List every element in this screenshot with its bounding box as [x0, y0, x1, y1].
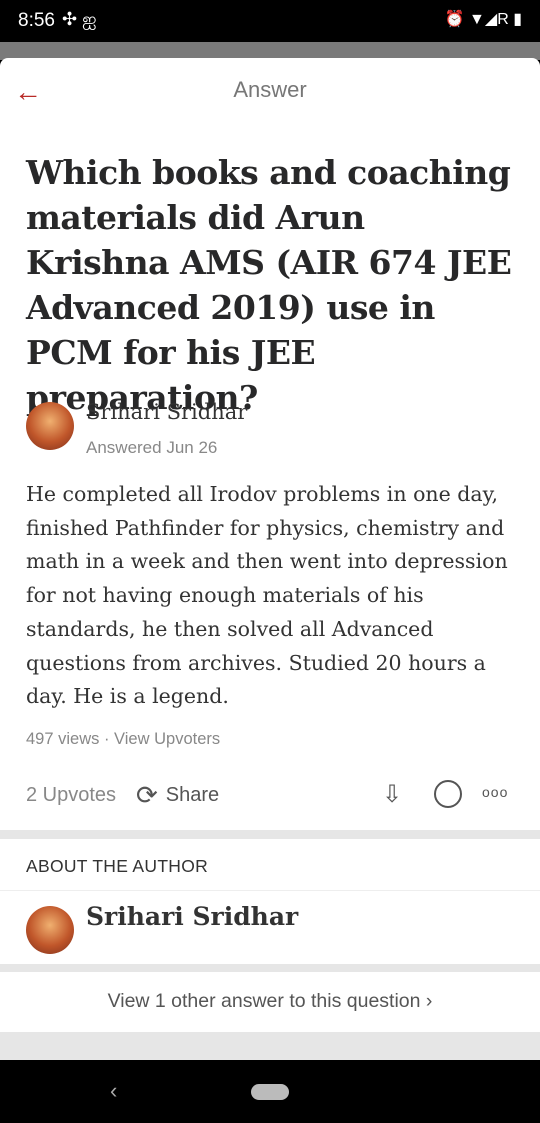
- author-avatar[interactable]: [26, 402, 74, 450]
- nav-home-pill[interactable]: [251, 1084, 289, 1100]
- section-divider: [0, 964, 540, 972]
- about-author-header: ABOUT THE AUTHOR: [26, 856, 209, 876]
- status-notification-icons: ✣ ஐ: [62, 9, 97, 29]
- status-bar: 8:56 ✣ ஐ ⏰ ▼◢R ▮: [0, 0, 540, 42]
- question-title[interactable]: Which books and coaching materials did A…: [26, 150, 514, 420]
- other-answers-link[interactable]: View 1 other answer to this question ›: [0, 990, 540, 1013]
- status-time: 8:56: [18, 10, 55, 31]
- page-title: Answer: [233, 77, 307, 102]
- author-name[interactable]: Srihari Sridhar: [86, 400, 247, 424]
- about-author-name[interactable]: Srihari Sridhar: [86, 902, 298, 931]
- share-label: Share: [165, 784, 220, 806]
- answered-date: Answered Jun 26: [86, 438, 218, 457]
- chevron-right-icon: ›: [425, 990, 433, 1012]
- whatsapp-icon[interactable]: [434, 780, 462, 808]
- bottom-spacer: [0, 1032, 540, 1060]
- about-author-avatar[interactable]: [26, 906, 74, 954]
- section-divider: [0, 830, 540, 839]
- view-upvoters-link[interactable]: View Upvoters: [114, 730, 220, 748]
- answer-stats: 497 views · View Upvoters: [26, 730, 220, 749]
- share-icon: ⟳: [136, 780, 158, 810]
- other-answers-label: View 1 other answer to this question: [107, 990, 421, 1012]
- downvote-icon[interactable]: ⇩: [382, 780, 402, 809]
- answer-body: He completed all Irodov problems in one …: [26, 482, 508, 709]
- status-system-icons: ⏰ ▼◢R ▮: [444, 11, 522, 28]
- stats-separator: ·: [99, 730, 115, 748]
- share-button[interactable]: ⟳ Share: [136, 780, 219, 811]
- top-bar: ← Answer: [0, 58, 540, 128]
- more-options-icon[interactable]: ooo: [482, 784, 508, 800]
- system-nav-bar: ‹: [0, 1060, 540, 1123]
- nav-back-icon[interactable]: ‹: [110, 1078, 117, 1104]
- upvote-button[interactable]: 2 Upvotes: [26, 784, 116, 807]
- action-bar: 2 Upvotes ⟳ Share ⇩ ooo: [26, 780, 516, 810]
- thin-divider: [0, 890, 540, 891]
- answer-sheet: ← Answer Which books and coaching materi…: [0, 58, 540, 1060]
- views-count: 497 views: [26, 730, 100, 748]
